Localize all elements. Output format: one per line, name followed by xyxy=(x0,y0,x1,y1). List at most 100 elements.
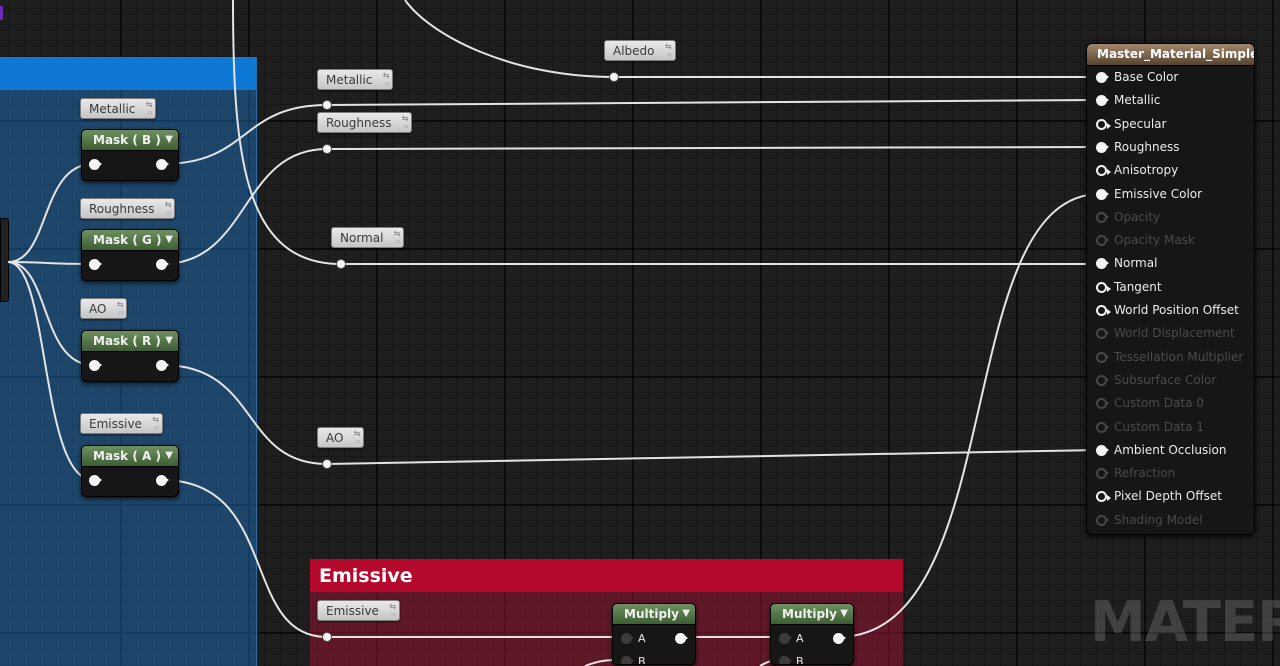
param-roughness-in[interactable]: Roughness ⇆ ▭ xyxy=(80,198,176,219)
master-input-pin[interactable] xyxy=(1096,305,1111,316)
master-pin-row[interactable]: World Position Offset xyxy=(1087,301,1254,321)
master-pin-row[interactable]: Opacity xyxy=(1087,208,1254,228)
named-reroute-badge-icon: ▭ xyxy=(118,310,124,316)
master-pin-row[interactable]: Opacity Mask xyxy=(1087,231,1254,251)
param-emissive-in[interactable]: Emissive ⇆ ▭ xyxy=(80,413,163,434)
mask-node-a[interactable]: Mask ( A ) ▼ xyxy=(81,445,179,497)
input-pin-a[interactable] xyxy=(621,633,634,644)
master-input-pin[interactable] xyxy=(1096,398,1109,410)
master-input-pin[interactable] xyxy=(1096,211,1109,223)
output-pin[interactable] xyxy=(156,159,169,170)
master-input-pin[interactable] xyxy=(1096,328,1109,340)
master-input-pin[interactable] xyxy=(1096,72,1109,83)
mask-node-header[interactable]: Mask ( A ) ▼ xyxy=(82,446,178,467)
collapse-arrow-icon[interactable]: ▼ xyxy=(165,230,173,250)
reroute-normal[interactable] xyxy=(336,259,346,269)
master-input-pin[interactable] xyxy=(1096,118,1111,130)
master-pin-row[interactable]: Emissive Color xyxy=(1087,185,1254,205)
master-input-pin[interactable] xyxy=(1096,374,1109,386)
master-input-pin[interactable] xyxy=(1096,444,1109,456)
collapse-arrow-icon[interactable]: ▼ xyxy=(840,604,848,624)
master-pin-label: Emissive Color xyxy=(1114,186,1203,201)
input-pin-a[interactable] xyxy=(779,633,792,644)
master-input-pin[interactable] xyxy=(1096,165,1111,177)
input-pin[interactable] xyxy=(89,475,102,486)
reroute-metallic[interactable] xyxy=(322,100,332,110)
param-emissive-out[interactable]: Emissive ⇆ ▭ xyxy=(317,600,400,621)
param-albedo[interactable]: Albedo ⇆ ▭ xyxy=(604,40,676,61)
mask-node-b[interactable]: Mask ( B ) ▼ xyxy=(81,129,179,181)
mask-node-header[interactable]: Mask ( R ) ▼ xyxy=(82,331,178,352)
mask-node-g[interactable]: Mask ( G ) ▼ xyxy=(81,229,179,281)
reroute-albedo[interactable] xyxy=(609,72,619,82)
collapse-arrow-icon[interactable]: ▼ xyxy=(165,446,173,466)
param-normal-out[interactable]: Normal ⇆ ▭ xyxy=(331,227,405,248)
named-reroute-icon: ⇆ xyxy=(382,71,390,80)
master-pin-row[interactable]: Anisotropy xyxy=(1087,161,1254,181)
mask-node-header[interactable]: Mask ( B ) ▼ xyxy=(82,130,178,151)
reroute-ao[interactable] xyxy=(322,459,332,469)
master-pin-label: Roughness xyxy=(1114,139,1180,154)
mask-node-r[interactable]: Mask ( R ) ▼ xyxy=(81,330,179,382)
master-pin-row[interactable]: Ambient Occlusion xyxy=(1087,441,1254,461)
input-pin-b[interactable] xyxy=(779,656,792,664)
master-pin-row[interactable]: Custom Data 0 xyxy=(1087,394,1254,414)
output-pin[interactable] xyxy=(156,360,169,371)
param-metallic-out[interactable]: Metallic ⇆ ▭ xyxy=(317,69,394,90)
master-pin-row[interactable]: Metallic xyxy=(1087,91,1254,111)
named-reroute-icon: ⇆ xyxy=(353,429,361,438)
master-input-pin[interactable] xyxy=(1096,235,1109,247)
master-input-pin[interactable] xyxy=(1096,95,1109,107)
input-pin[interactable] xyxy=(89,259,102,270)
param-roughness-out[interactable]: Roughness ⇆ ▭ xyxy=(317,112,413,133)
master-pin-row[interactable]: World Displacement xyxy=(1087,324,1254,344)
master-material-node[interactable]: Master_Material_Simple Base Color Metalli… xyxy=(1086,43,1255,535)
collapse-arrow-icon[interactable]: ▼ xyxy=(165,130,173,150)
master-pin-row[interactable]: Tessellation Multiplier xyxy=(1087,348,1254,368)
mask-node-header[interactable]: Mask ( G ) ▼ xyxy=(82,230,178,251)
master-input-pin[interactable] xyxy=(1096,188,1109,200)
master-pin-row[interactable]: Shading Model xyxy=(1087,511,1254,531)
multiply-node-2[interactable]: Multiply ▼ A B xyxy=(770,603,854,665)
param-ao-in[interactable]: AO ⇆ ▭ xyxy=(80,298,128,319)
master-input-pin[interactable] xyxy=(1096,468,1109,480)
master-input-pin[interactable] xyxy=(1096,141,1109,153)
collapse-arrow-icon[interactable]: ▼ xyxy=(165,331,173,351)
reroute-emissive[interactable] xyxy=(322,632,332,642)
output-pin[interactable] xyxy=(156,259,169,270)
output-pin[interactable] xyxy=(833,633,846,644)
multiply-node-header[interactable]: Multiply ▼ xyxy=(771,604,853,625)
master-input-pin[interactable] xyxy=(1096,514,1109,526)
multiply-node-header[interactable]: Multiply ▼ xyxy=(613,604,695,625)
input-pin[interactable] xyxy=(89,360,102,371)
master-pin-row[interactable]: Normal xyxy=(1087,254,1254,274)
output-pin[interactable] xyxy=(675,633,688,644)
master-pin-row[interactable]: Specular xyxy=(1087,115,1254,135)
input-pin-b[interactable] xyxy=(621,656,634,664)
master-input-pin[interactable] xyxy=(1096,351,1109,363)
reroute-roughness[interactable] xyxy=(322,144,332,154)
master-pin-row[interactable]: Subsurface Color xyxy=(1087,371,1254,391)
input-pin[interactable] xyxy=(89,159,102,170)
master-pin-label: Anisotropy xyxy=(1114,163,1179,178)
master-pin-row[interactable]: Custom Data 1 xyxy=(1087,418,1254,438)
output-pin[interactable] xyxy=(156,475,169,486)
wire-emissive-master xyxy=(837,193,1101,638)
master-input-pin[interactable] xyxy=(1096,281,1111,293)
param-label: AO xyxy=(89,302,107,316)
collapse-arrow-icon[interactable]: ▼ xyxy=(682,604,690,624)
named-reroute-icon: ⇆ xyxy=(389,602,396,611)
master-pin-row[interactable]: Roughness xyxy=(1087,138,1254,158)
master-pin-row[interactable]: Pixel Depth Offset xyxy=(1087,487,1254,507)
master-pin-row[interactable]: Tangent xyxy=(1087,278,1254,298)
master-pin-row[interactable]: Refraction xyxy=(1087,464,1254,484)
master-node-title[interactable]: Master_Material_Simple xyxy=(1087,44,1254,66)
master-input-pin[interactable] xyxy=(1096,491,1111,503)
param-ao-out[interactable]: AO ⇆ ▭ xyxy=(317,427,365,448)
param-metallic-in[interactable]: Metallic ⇆ ▭ xyxy=(80,98,157,119)
master-pin-row[interactable]: Base Color xyxy=(1087,68,1254,88)
master-input-pin[interactable] xyxy=(1096,421,1109,433)
named-reroute-badge-icon: ▭ xyxy=(403,124,409,130)
multiply-node-1[interactable]: Multiply ▼ A B xyxy=(612,603,696,665)
master-input-pin[interactable] xyxy=(1096,258,1109,270)
